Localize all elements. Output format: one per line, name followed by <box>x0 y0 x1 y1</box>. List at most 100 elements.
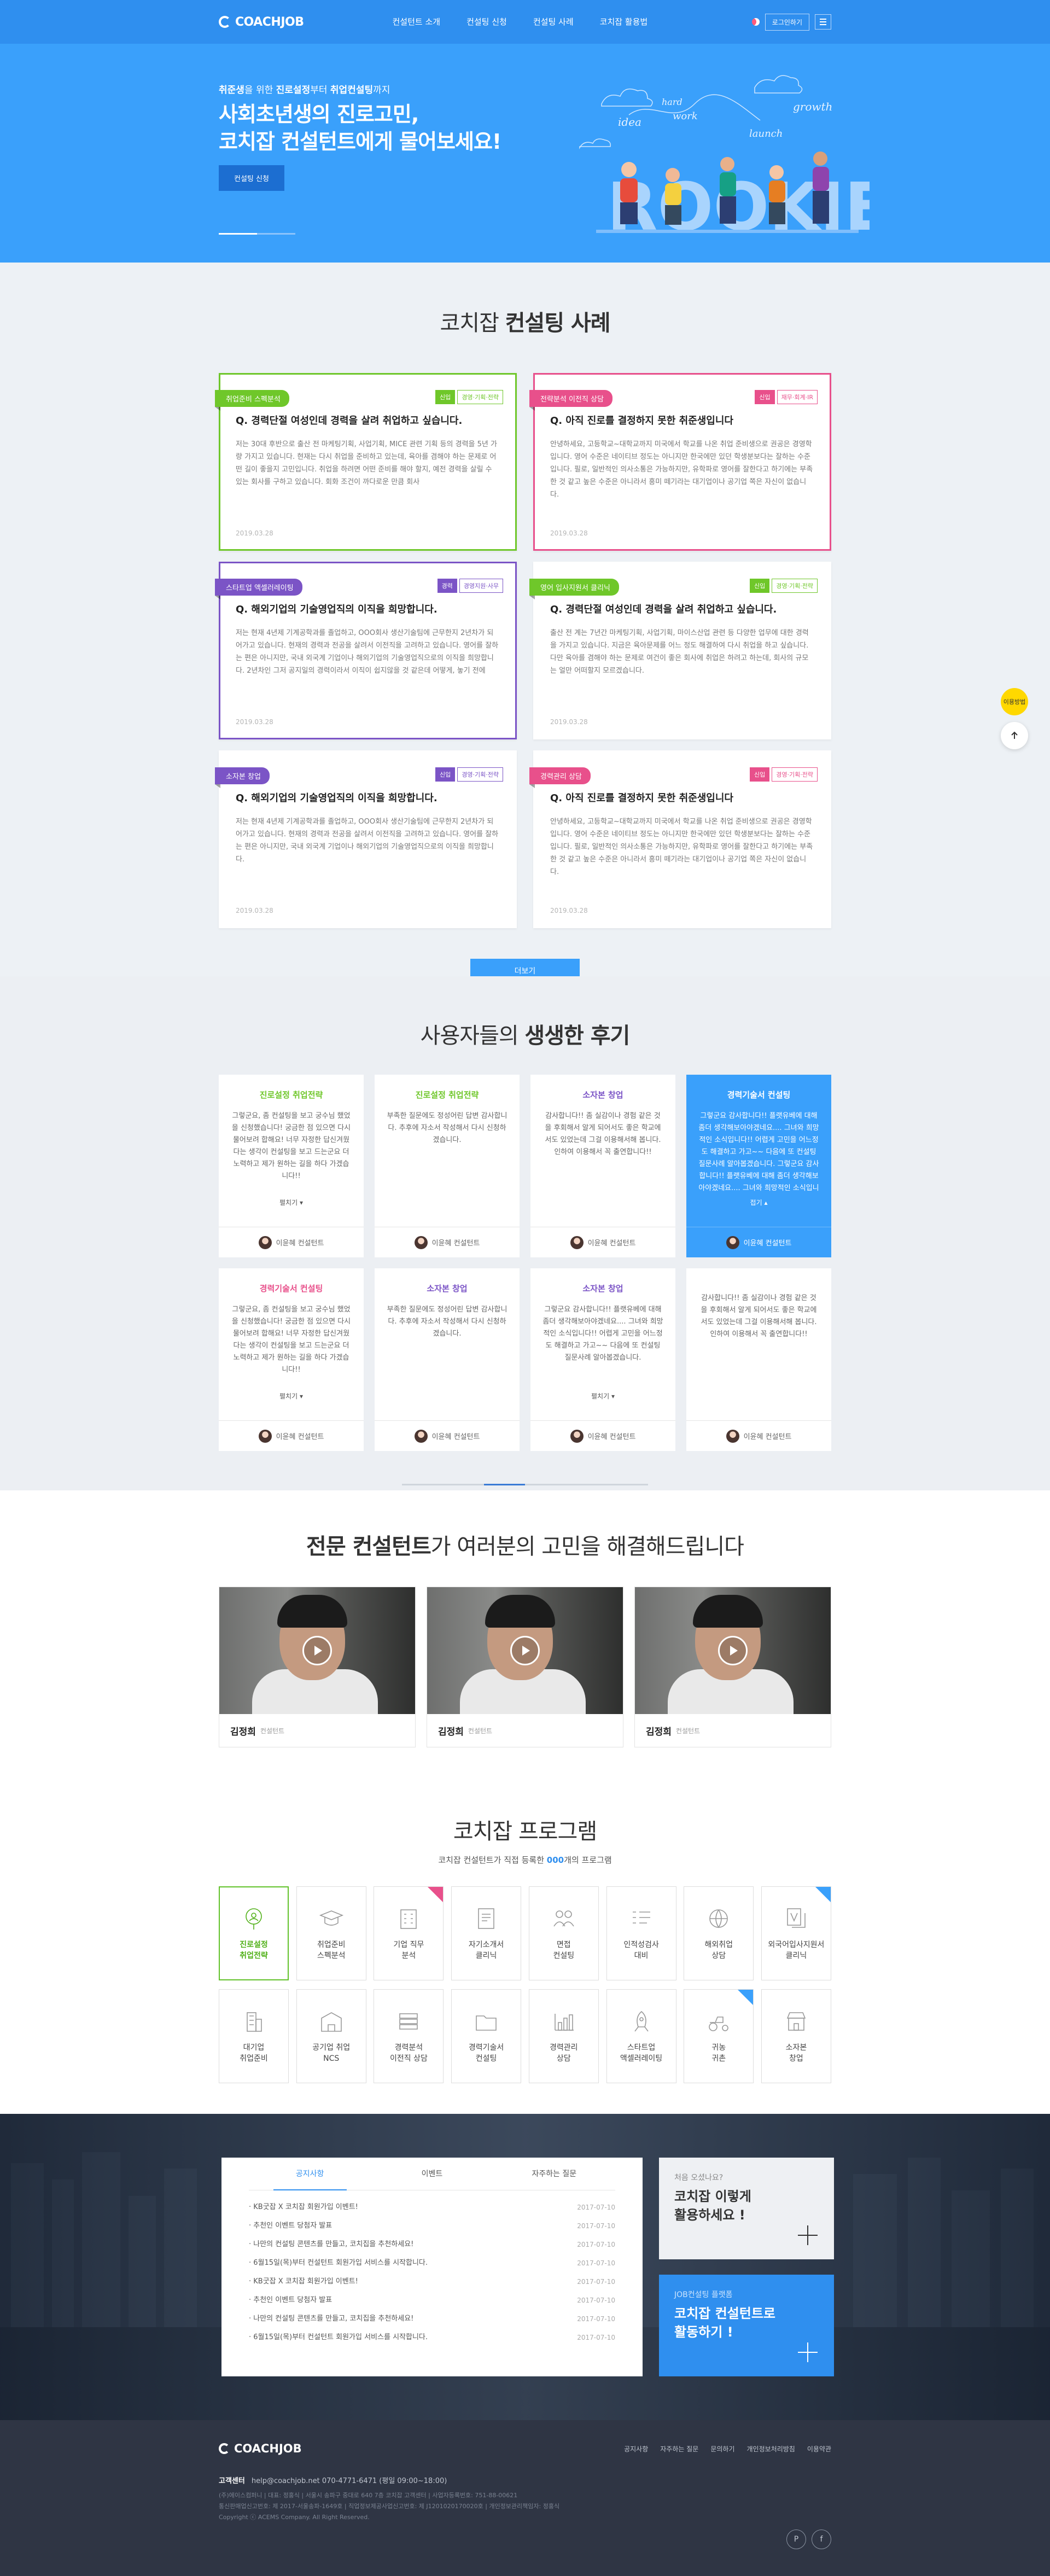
logo[interactable]: COACHJOB <box>219 15 304 29</box>
review-toggle[interactable]: 펼치기 ▾ <box>231 1391 352 1401</box>
program-item[interactable]: 기업 직무 분석 <box>374 1886 444 1980</box>
program-item[interactable]: 경력분석 이전직 상담 <box>374 1989 444 2083</box>
notice-tab[interactable]: 공지사항 <box>249 2158 371 2190</box>
consultant-video-thumbnail[interactable] <box>635 1587 831 1714</box>
nav-item-cases[interactable]: 컨설팅 사례 <box>520 0 587 44</box>
howto-banner[interactable]: 처음 오셨나요? 코치잡 이렇게 활용하세요 ! <box>659 2158 834 2259</box>
program-item[interactable]: 대기업 취업준비 <box>219 1989 289 2083</box>
review-text: 그렇군요 감사합니다!! 플랫유베에 대해 좀더 생각해보아야겠네요.... 그… <box>542 1306 663 1362</box>
pinterest-icon[interactable]: P <box>786 2530 806 2549</box>
notice-tabs: 공지사항 이벤트 자주하는 질문 <box>249 2158 615 2190</box>
slider-dot[interactable] <box>607 1484 648 1485</box>
notice-item[interactable]: · 나만의 컨설팅 콘텐츠를 만들고, 코치집을 추천하세요! 2017-07-1… <box>249 2310 615 2328</box>
program-item[interactable]: 외국어입사지원서 클리닉 <box>761 1886 831 1980</box>
notice-tab[interactable]: 자주하는 질문 <box>493 2158 615 2190</box>
case-body: 저는 30대 후반으로 출산 전 마케팅기획, 사업기획, MICE 관련 기획… <box>236 440 497 486</box>
notice-list: · KB굿잡 X 코치잡 회원가입 이벤트! 2017-07-10 · 추천인 이벤… <box>249 2198 615 2347</box>
program-item[interactable]: 소자본 창업 <box>761 1989 831 2083</box>
scroll-top-button[interactable] <box>1001 722 1028 749</box>
play-icon[interactable] <box>510 1636 540 1665</box>
main-nav: 컨설턴트 소개 컨설팅 신청 컨설팅 사례 코치잡 활용법 <box>380 0 661 44</box>
footer-link[interactable]: 이용약관 <box>807 2444 831 2453</box>
cases-grid: 취업준비 스펙분석 신입 경영·기획·전략 Q. 경력단절 여성인데 경력을 살려 취… <box>215 373 831 928</box>
consultant-video-thumbnail[interactable] <box>427 1587 623 1714</box>
case-badge: 경영지원·사무 <box>459 579 503 593</box>
notice-date: 2017-07-10 <box>577 2241 615 2248</box>
review-toggle[interactable]: 펼치기 ▾ <box>542 1391 663 1401</box>
notice-item[interactable]: · 나만의 컨설팅 콘텐츠를 만들고, 코치집을 추천하세요! 2017-07-1… <box>249 2235 615 2254</box>
program-item[interactable]: 인적성검사 대비 <box>606 1886 676 1980</box>
slider-dot[interactable] <box>443 1484 484 1485</box>
program-item[interactable]: 경력기술서 컨설팅 <box>451 1989 522 2083</box>
play-icon[interactable] <box>302 1636 332 1665</box>
play-icon[interactable] <box>718 1636 748 1665</box>
footer-link[interactable]: 공지사항 <box>624 2444 648 2453</box>
review-category: 소자본 창업 <box>582 1284 623 1293</box>
consultant-card[interactable]: 김정희 컨설턴트 <box>219 1587 416 1747</box>
case-date: 2019.03.28 <box>236 718 273 726</box>
consultant-card[interactable]: 김정희 컨설턴트 <box>634 1587 831 1747</box>
program-item[interactable]: 귀농 귀촌 <box>684 1989 754 2083</box>
menu-button[interactable] <box>815 14 831 30</box>
slider-dot[interactable] <box>484 1484 525 1485</box>
avatar <box>414 1429 428 1443</box>
reviews-slider-dots[interactable] <box>219 1484 831 1485</box>
slider-dot[interactable] <box>525 1484 566 1485</box>
program-item[interactable]: 해외취업 상담 <box>684 1886 754 1980</box>
program-item[interactable]: 면접 컨설팅 <box>528 1886 599 1980</box>
review-category: 소자본 창업 <box>427 1284 468 1293</box>
program-item[interactable]: 진로설정 취업전략 <box>219 1886 289 1980</box>
author-name: 이윤혜 컨설턴트 <box>743 1433 792 1441</box>
case-card[interactable]: 전략분석 이전직 상담 신입 재무·회계·IR Q. 아직 진로를 결정하지 못한 취… <box>529 373 831 551</box>
become-consultant-banner[interactable]: JOB컨설팅 플랫폼 코치잡 컨설턴트로 활동하기 ! <box>659 2275 834 2376</box>
footer-logo[interactable]: COACHJOB <box>219 2442 302 2455</box>
program-item[interactable]: 공기업 취업 NCS <box>296 1989 366 2083</box>
facebook-icon[interactable]: f <box>812 2530 831 2549</box>
user-icon[interactable] <box>751 18 760 26</box>
notice-item[interactable]: · 6월15일(목)부터 컨설턴트 회원가입 서비스를 시작합니다. 2017-0… <box>249 2254 615 2272</box>
consultant-info: 김정희 컨설턴트 <box>219 1714 415 1747</box>
notice-item[interactable]: · 추천인 이벤트 당첨자 발표 2017-07-10 <box>249 2291 615 2310</box>
hero-slider-dots[interactable] <box>219 233 295 235</box>
case-card[interactable]: 소자본 창업 신입 경영·기획·전략 Q. 해외기업의 기술영업직의 이직을 희망합니… <box>215 750 517 928</box>
review-toggle[interactable]: 펼치기 ▾ <box>231 1198 352 1207</box>
notice-item[interactable]: · KB굿잡 X 코치잡 회원가입 이벤트! 2017-07-10 <box>249 2198 615 2217</box>
notice-item[interactable]: · KB굿잡 X 코치잡 회원가입 이벤트! 2017-07-10 <box>249 2272 615 2291</box>
author-name: 이윤혜 컨설턴트 <box>431 1239 480 1248</box>
program-item[interactable]: 자기소개서 클리닉 <box>451 1886 522 1980</box>
tractor-icon <box>705 2008 732 2035</box>
hero-apply-button[interactable]: 컨설팅 신청 <box>219 165 284 191</box>
footer-link[interactable]: 개인정보처리방침 <box>747 2444 795 2453</box>
case-card[interactable]: 스타트업 액셀러레이팅 경력 경영지원·사무 Q. 해외기업의 기술영업직의 이직을 … <box>215 562 517 739</box>
nav-item-apply[interactable]: 컨설팅 신청 <box>453 0 520 44</box>
program-item[interactable]: 경력관리 상담 <box>528 1989 599 2083</box>
login-button[interactable]: 로그인하기 <box>765 13 809 31</box>
case-body: 안녕하세요, 고등학교~대학교까지 미국에서 학교를 나온 취업 준비생으로 권… <box>550 818 813 876</box>
howto-float-badge[interactable]: 이용방법 <box>1001 688 1028 715</box>
footer-link[interactable]: 자주하는 질문 <box>660 2444 698 2453</box>
notice-item[interactable]: · 추천인 이벤트 당첨자 발표 2017-07-10 <box>249 2217 615 2235</box>
case-card[interactable]: 취업준비 스펙분석 신입 경영·기획·전략 Q. 경력단절 여성인데 경력을 살려 취… <box>215 373 517 551</box>
case-category-tag: 전략분석 이전직 상담 <box>529 390 612 411</box>
reviews-title: 사용자들의 생생한 후기 <box>420 1023 631 1048</box>
slider-dot[interactable] <box>402 1484 443 1485</box>
slider-dot[interactable] <box>566 1484 607 1485</box>
program-item[interactable]: 스타트업 액셀러레이팅 <box>606 1989 676 2083</box>
avatar <box>258 1235 272 1249</box>
program-item[interactable]: 취업준비 스펙분석 <box>296 1886 366 1980</box>
notice-item[interactable]: · 6월15일(목)부터 컨설턴트 회원가입 서비스를 시작합니다. 2017-0… <box>249 2328 615 2347</box>
nav-item-howto[interactable]: 코치잡 활용법 <box>587 0 661 44</box>
review-toggle[interactable]: 접기 ▴ <box>698 1198 819 1207</box>
nav-item-consultants[interactable]: 컨설턴트 소개 <box>380 0 454 44</box>
program-label: 귀농 귀촌 <box>711 2043 726 2063</box>
consultant-video-thumbnail[interactable] <box>219 1587 415 1714</box>
notice-tab[interactable]: 이벤트 <box>371 2158 493 2190</box>
consultant-card[interactable]: 김정희 컨설턴트 <box>427 1587 623 1747</box>
document-icon <box>473 1905 499 1932</box>
review-author: 이윤혜 컨설턴트 <box>686 1420 831 1451</box>
footer-link[interactable]: 문의하기 <box>710 2444 734 2453</box>
consultant-info: 김정희 컨설턴트 <box>635 1714 831 1747</box>
case-card[interactable]: 영어 입사지원서 클리닉 신입 경영·기획·전략 Q. 경력단절 여성인데 경력을 살… <box>529 562 831 739</box>
case-card[interactable]: 경력관리 상담 신입 경영·기획·전략 Q. 아직 진로를 결정하지 못한 취준생입니… <box>529 750 831 928</box>
notice-date: 2017-07-10 <box>577 2315 615 2323</box>
